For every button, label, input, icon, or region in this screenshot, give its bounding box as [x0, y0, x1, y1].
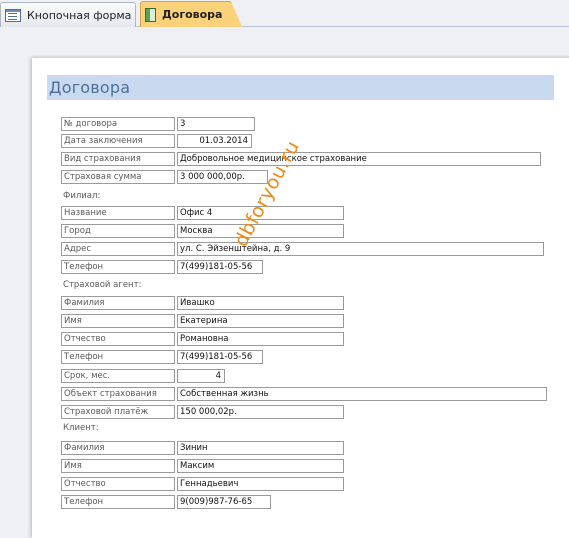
client-lastname-label: Фамилия — [61, 441, 175, 455]
insured-object-field: Собственная жизнь — [177, 387, 547, 401]
document-tab-strip: Кнопочная форма Договора — [0, 0, 569, 27]
insured-sum-field: 3 000 000,00р. — [177, 170, 268, 184]
insured-sum-label: Страховая сумма — [61, 170, 175, 184]
client-phone-field: 9(009)987-76-65 — [177, 495, 271, 509]
branch-address-field: ул. С. Эйзенштейна, д. 9 — [177, 242, 544, 256]
client-middlename-label: Отчество — [61, 477, 175, 491]
client-firstname-label: Имя — [61, 459, 175, 473]
report-icon — [145, 7, 156, 22]
tab-label: Договора — [162, 8, 223, 21]
form-icon — [5, 8, 21, 22]
insurance-type-label: Вид страхования — [61, 152, 175, 166]
contract-number-label: № договора — [61, 117, 175, 131]
agent-section-label: Страховой агент: — [63, 280, 142, 290]
agent-firstname-field: Екатерина — [177, 314, 344, 328]
branch-phone-label: Телефон — [61, 260, 175, 274]
agent-firstname-label: Имя — [61, 314, 175, 328]
client-firstname-field: Максим — [177, 459, 344, 473]
term-months-field: 4 — [177, 369, 225, 383]
agent-lastname-label: Фамилия — [61, 296, 175, 310]
branch-city-label: Город — [61, 224, 175, 238]
agent-middlename-field: Романовна — [177, 332, 344, 346]
agent-lastname-field: Ивашко — [177, 296, 344, 310]
branch-section-label: Филиал: — [63, 191, 101, 201]
insured-object-label: Объект страхования — [61, 387, 175, 401]
agent-phone-field: 7(499)181-05-56 — [177, 350, 263, 364]
agent-phone-label: Телефон — [61, 350, 175, 364]
contract-date-field: 01.03.2014 — [177, 134, 252, 148]
term-months-label: Срок, мес. — [61, 369, 175, 383]
branch-address-label: Адрес — [61, 242, 175, 256]
client-phone-label: Телефон — [61, 495, 175, 509]
tab-label: Кнопочная форма — [27, 8, 132, 22]
agent-middlename-label: Отчество — [61, 332, 175, 346]
client-middlename-field: Геннадьевич — [177, 477, 344, 491]
report-title: Договора — [49, 78, 131, 97]
contract-number-field: 3 — [177, 117, 255, 131]
branch-name-label: Название — [61, 206, 175, 220]
client-section-label: Клиент: — [63, 423, 99, 433]
insurance-type-field: Добровольное медицинское страхование — [177, 152, 541, 166]
premium-field: 150 000,02р. — [177, 405, 344, 419]
premium-label: Страховой платёж — [61, 405, 175, 419]
contract-date-label: Дата заключения — [61, 134, 175, 148]
client-lastname-field: Зинин — [177, 441, 344, 455]
branch-phone-field: 7(499)181-05-56 — [177, 260, 263, 274]
tab-contracts[interactable]: Договора — [140, 1, 242, 27]
tab-switchboard[interactable]: Кнопочная форма — [0, 2, 136, 27]
